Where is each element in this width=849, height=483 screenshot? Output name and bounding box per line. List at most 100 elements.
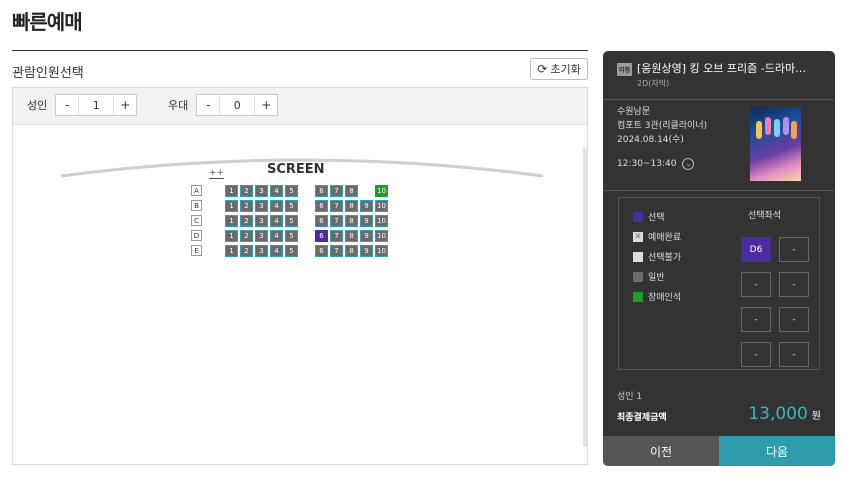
selected-seats-grid: D6- - - - - - - bbox=[741, 237, 809, 367]
top-divider bbox=[12, 50, 588, 51]
seat-A2[interactable]: 2 bbox=[240, 185, 253, 197]
seat-B6[interactable]: 6 bbox=[315, 200, 328, 212]
section-title: 관람인원선택 bbox=[12, 66, 84, 81]
seat-A3[interactable]: 3 bbox=[255, 185, 268, 197]
seat-B5[interactable]: 5 bbox=[285, 200, 298, 212]
selected-seat-slot: - bbox=[779, 307, 809, 332]
seat-C2[interactable]: 2 bbox=[240, 215, 253, 227]
movie-format: 2D(자막) bbox=[637, 79, 670, 88]
senior-stepper: - 0 + bbox=[196, 94, 279, 116]
seat-E8[interactable]: 8 bbox=[345, 245, 358, 257]
seat-B10[interactable]: 10 bbox=[375, 200, 388, 212]
seat-E5[interactable]: 5 bbox=[285, 245, 298, 257]
legend-item-disabled: 장애인석 bbox=[633, 290, 681, 303]
seat-D1[interactable]: 1 bbox=[225, 230, 238, 242]
seat-D8[interactable]: 8 bbox=[345, 230, 358, 242]
showtime-info: 수원남문 컴포트 3관(리클라이너) 2024.08.14(수) bbox=[617, 105, 707, 147]
senior-minus-button[interactable]: - bbox=[197, 95, 219, 115]
seat-A8[interactable]: 8 bbox=[345, 185, 358, 197]
adult-plus-button[interactable]: + bbox=[114, 95, 136, 115]
refresh-icon: ⟳ bbox=[537, 62, 548, 76]
legend-label: 선택 bbox=[648, 213, 665, 223]
adult-count-group: 성인 - 1 + bbox=[27, 94, 138, 116]
seat-C4[interactable]: 4 bbox=[270, 215, 283, 227]
next-button[interactable]: 다음 bbox=[719, 436, 835, 466]
senior-label: 우대 bbox=[168, 99, 189, 112]
x-icon: ✕ bbox=[633, 231, 643, 242]
seat-B1[interactable]: 1 bbox=[225, 200, 238, 212]
seat-B9[interactable]: 9 bbox=[360, 200, 373, 212]
legend-item-selected: 선택 bbox=[633, 210, 681, 223]
seat-B2[interactable]: 2 bbox=[240, 200, 253, 212]
seat-A1[interactable]: 1 bbox=[225, 185, 238, 197]
page-title: 빠른예매 bbox=[12, 10, 83, 34]
adult-stepper: - 1 + bbox=[55, 94, 138, 116]
reset-button[interactable]: ⟳ 초기화 bbox=[530, 58, 588, 80]
seat-E9[interactable]: 9 bbox=[360, 245, 373, 257]
seat-D3[interactable]: 3 bbox=[255, 230, 268, 242]
seat-B3[interactable]: 3 bbox=[255, 200, 268, 212]
seat-C10[interactable]: 10 bbox=[375, 215, 388, 227]
people-count-bar: 성인 - 1 + 우대 - 0 + bbox=[12, 87, 588, 125]
legend-label: 선택불가 bbox=[648, 253, 682, 263]
row-label: B bbox=[191, 200, 202, 211]
seat-A4[interactable]: 4 bbox=[270, 185, 283, 197]
poster-figure bbox=[756, 121, 762, 139]
seat-E7[interactable]: 7 bbox=[330, 245, 343, 257]
show-date: 2024.08.14(수) bbox=[617, 135, 684, 145]
row-label: D bbox=[191, 230, 202, 241]
seat-D9[interactable]: 9 bbox=[360, 230, 373, 242]
seat-E3[interactable]: 3 bbox=[255, 245, 268, 257]
wheelchair-swatch bbox=[633, 291, 643, 302]
show-time-row[interactable]: 12:30~13:40 ⌄ bbox=[617, 158, 695, 170]
legend-label: 일반 bbox=[648, 273, 665, 283]
scrollbar[interactable] bbox=[583, 147, 587, 447]
seat-C7[interactable]: 7 bbox=[330, 215, 343, 227]
movie-header: 미정 [응원상영] 킹 오브 프리즘 -드라마… 2D(자막) bbox=[603, 51, 835, 100]
seat-C9[interactable]: 9 bbox=[360, 215, 373, 227]
seat-C5[interactable]: 5 bbox=[285, 215, 298, 227]
seat-C3[interactable]: 3 bbox=[255, 215, 268, 227]
seat-A5[interactable]: 5 bbox=[285, 185, 298, 197]
panel-divider bbox=[603, 190, 835, 191]
movie-poster bbox=[750, 107, 801, 181]
booking-summary-panel: 미정 [응원상영] 킹 오브 프리즘 -드라마… 2D(자막) 수원남문 컴포트… bbox=[603, 51, 835, 466]
seat-E10[interactable]: 10 bbox=[375, 245, 388, 257]
total-unit: 원 bbox=[811, 411, 821, 422]
screen-label: SCREEN bbox=[267, 162, 325, 177]
seat-D5[interactable]: 5 bbox=[285, 230, 298, 242]
seat-D6[interactable]: 6 bbox=[315, 230, 328, 242]
seat-B8[interactable]: 8 bbox=[345, 200, 358, 212]
adult-summary: 성인 1 bbox=[617, 392, 643, 402]
seat-D10[interactable]: 10 bbox=[375, 230, 388, 242]
seat-A6[interactable]: 6 bbox=[315, 185, 328, 197]
seat-A10[interactable]: 10 bbox=[375, 185, 388, 197]
adult-label: 성인 bbox=[27, 99, 48, 112]
seat-C8[interactable]: 8 bbox=[345, 215, 358, 227]
legend-item-general: 일반 bbox=[633, 270, 681, 283]
seat-B4[interactable]: 4 bbox=[270, 200, 283, 212]
seat-C1[interactable]: 1 bbox=[225, 215, 238, 227]
senior-plus-button[interactable]: + bbox=[255, 95, 277, 115]
total-price: 13,000 원 bbox=[748, 404, 821, 424]
seat-D7[interactable]: 7 bbox=[330, 230, 343, 242]
total-amount: 13,000 bbox=[748, 404, 808, 424]
chevron-down-icon[interactable]: ⌄ bbox=[682, 158, 695, 170]
seat-D2[interactable]: 2 bbox=[240, 230, 253, 242]
poster-figure bbox=[783, 117, 789, 135]
seat-C6[interactable]: 6 bbox=[315, 215, 328, 227]
seat-D4[interactable]: 4 bbox=[270, 230, 283, 242]
seat-A7[interactable]: 7 bbox=[330, 185, 343, 197]
seat-E1[interactable]: 1 bbox=[225, 245, 238, 257]
seat-B7[interactable]: 7 bbox=[330, 200, 343, 212]
poster-figure bbox=[791, 121, 797, 139]
show-time: 12:30~13:40 bbox=[617, 159, 677, 169]
seat-E6[interactable]: 6 bbox=[315, 245, 328, 257]
exit-icon: ++ bbox=[209, 168, 225, 179]
seat-E2[interactable]: 2 bbox=[240, 245, 253, 257]
selected-seat-slot: - bbox=[779, 272, 809, 297]
adult-minus-button[interactable]: - bbox=[56, 95, 78, 115]
adult-count-value: 1 bbox=[78, 95, 115, 115]
prev-button[interactable]: 이전 bbox=[603, 436, 719, 466]
seat-E4[interactable]: 4 bbox=[270, 245, 283, 257]
